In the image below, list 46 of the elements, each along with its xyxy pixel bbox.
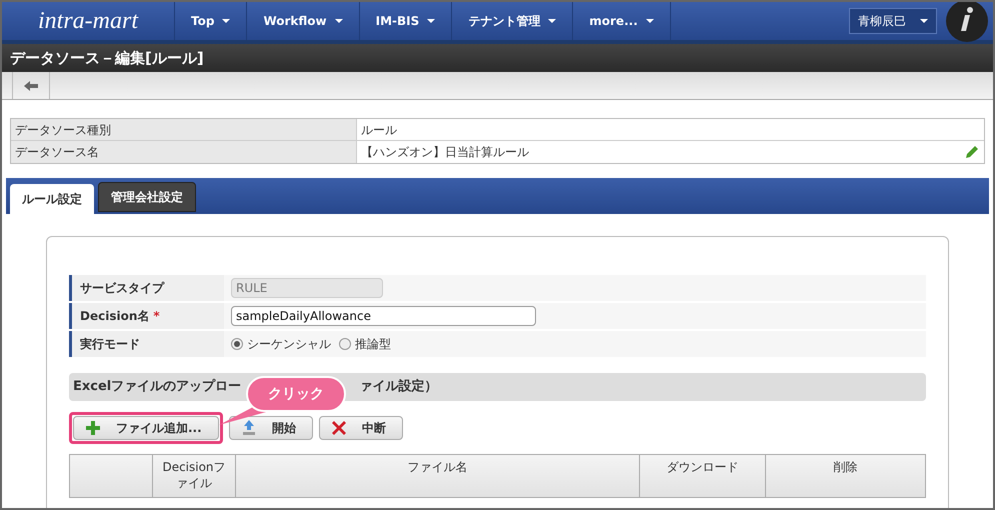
- tab[interactable]: ルール設定: [10, 184, 94, 214]
- logo[interactable]: intra-mart: [38, 3, 138, 39]
- cancel-button[interactable]: 中断: [319, 416, 403, 440]
- heading-text: ァイル設定）: [359, 378, 438, 396]
- label-text: 実行モード: [80, 336, 140, 353]
- nav-menu[interactable]: Workflow: [246, 2, 359, 40]
- upload-button[interactable]: 開始: [229, 416, 313, 440]
- caret-icon: [548, 19, 556, 23]
- radio-label: シーケンシャル: [247, 336, 331, 353]
- pencil-icon[interactable]: [964, 144, 980, 160]
- radio-button[interactable]: [339, 338, 351, 350]
- radio-label: 推論型: [355, 336, 391, 353]
- column-header: ファイル名: [235, 455, 639, 497]
- upload-icon: [242, 420, 256, 436]
- add-button[interactable]: ファイル追加...: [73, 416, 219, 440]
- page-title: データソース－編集[ルール]: [10, 48, 204, 69]
- column-header: 削除: [765, 455, 925, 497]
- readonly-field[interactable]: RULE: [231, 278, 383, 298]
- caret-icon: [427, 19, 436, 23]
- label-text: サービスタイプ: [80, 280, 164, 297]
- nav-menu[interactable]: more...: [572, 2, 670, 40]
- back-arrow-icon: [24, 80, 38, 90]
- caret-icon: [222, 19, 230, 23]
- info-label: データソース種別: [11, 119, 357, 140]
- tab[interactable]: 管理会社設定: [98, 182, 196, 212]
- nav-menu[interactable]: Top: [174, 2, 246, 40]
- heading-text: Excelファイルのアップロー: [73, 378, 242, 396]
- column-header: Decisionファイル: [152, 455, 235, 497]
- caret-icon: [646, 19, 654, 23]
- info-value: ルール: [361, 122, 397, 138]
- nav-menu[interactable]: IM-BIS: [358, 2, 452, 40]
- info-label: データソース名: [11, 141, 357, 163]
- cross-icon: [332, 421, 346, 435]
- plus-icon: [86, 421, 100, 435]
- caret-icon: [920, 19, 928, 23]
- user-dropdown[interactable]: 青柳辰巳: [849, 8, 937, 34]
- caret-icon: [334, 19, 343, 23]
- label-text: Decision名: [80, 308, 150, 325]
- column-header: ダウンロード: [639, 455, 765, 497]
- back-button[interactable]: [12, 72, 50, 99]
- info-value: 【ハンズオン】日当計算ルール: [361, 144, 529, 161]
- brand-icon[interactable]: [945, 2, 989, 43]
- nav-menu[interactable]: テナント管理: [451, 2, 572, 40]
- input-field[interactable]: sampleDailyAllowance: [231, 306, 536, 326]
- radio-button[interactable]: [231, 338, 243, 350]
- required-mark: *: [153, 308, 160, 325]
